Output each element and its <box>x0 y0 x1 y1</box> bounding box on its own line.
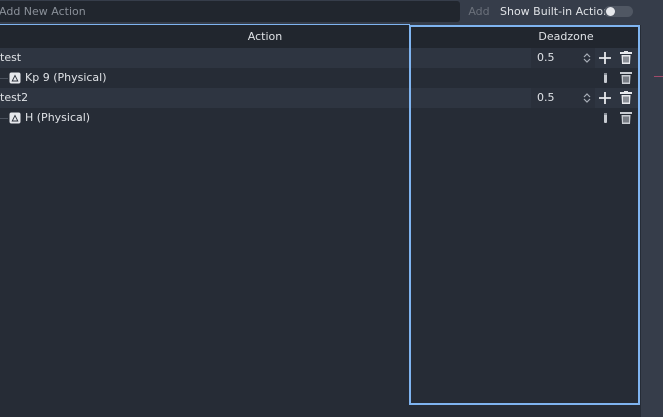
spinner-arrows-icon[interactable] <box>583 92 591 104</box>
tree-connector <box>0 78 8 79</box>
event-label: Kp 9 (Physical) <box>25 71 107 84</box>
gamepad-icon <box>9 72 21 84</box>
gutter-marker <box>654 76 663 77</box>
column-header-deadzone: Deadzone <box>538 30 594 43</box>
show-builtin-actions-toggle[interactable] <box>604 6 633 17</box>
show-builtin-actions-label[interactable]: Show Built-in Actions <box>500 1 616 22</box>
toolbar: Add New Action Add Show Built-in Actions <box>0 0 663 24</box>
deadzone-value: 0.5 <box>537 91 555 104</box>
remove-event-icon[interactable] <box>618 70 634 86</box>
action-row[interactable]: test 0.5 <box>0 48 638 68</box>
edit-event-icon[interactable] <box>598 110 614 126</box>
remove-event-icon[interactable] <box>618 110 634 126</box>
toggle-knob <box>606 7 615 16</box>
event-label: H (Physical) <box>25 111 91 124</box>
new-action-input[interactable]: Add New Action <box>0 1 460 22</box>
focus-outline-top <box>0 24 410 25</box>
spinner-arrows-icon[interactable] <box>583 52 591 64</box>
deadzone-value: 0.5 <box>537 51 555 64</box>
action-row[interactable]: test2 0.5 <box>0 88 638 108</box>
add-event-icon[interactable] <box>597 90 613 106</box>
action-name[interactable]: test2 <box>0 88 28 108</box>
input-map-editor: Add New Action Add Show Built-in Actions… <box>0 0 663 417</box>
tree-header: Action Deadzone <box>0 25 638 49</box>
add-action-button[interactable]: Add <box>464 1 494 22</box>
remove-action-icon[interactable] <box>618 50 634 66</box>
right-gutter <box>641 24 663 417</box>
event-row[interactable]: Kp 9 (Physical) <box>0 68 638 88</box>
edit-event-icon[interactable] <box>598 70 614 86</box>
deadzone-spinbox[interactable]: 0.5 <box>531 48 595 68</box>
deadzone-spinbox[interactable]: 0.5 <box>531 88 595 108</box>
remove-action-icon[interactable] <box>618 90 634 106</box>
tree-connector <box>0 118 8 119</box>
event-row[interactable]: H (Physical) <box>0 108 638 128</box>
new-action-placeholder: Add New Action <box>0 5 86 18</box>
gamepad-icon <box>9 112 21 124</box>
column-header-action: Action <box>247 30 283 43</box>
action-name[interactable]: test <box>0 48 21 68</box>
add-event-icon[interactable] <box>597 50 613 66</box>
